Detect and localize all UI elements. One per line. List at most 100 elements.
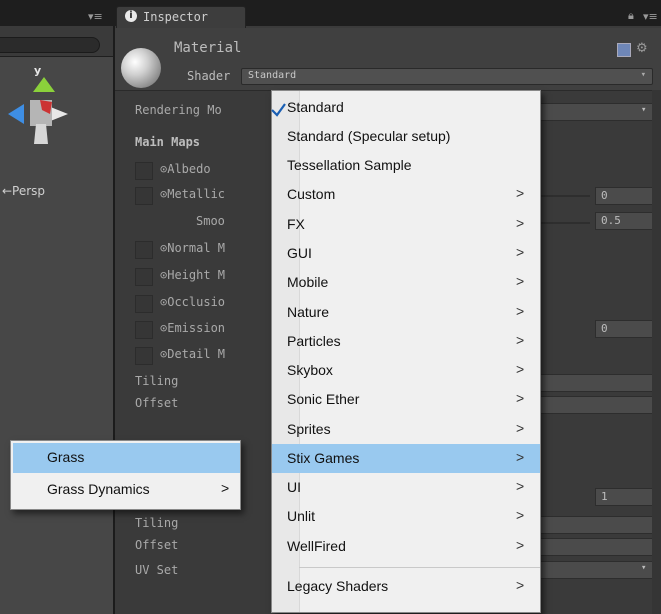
scene-menu-icon[interactable]: ▾≡ [88,10,103,23]
shader-label: Shader [187,69,231,83]
submenu-arrow-icon: > [221,480,230,496]
rendering-mode-dropdown[interactable]: ▾ [540,103,654,121]
shader-menu-item-label: UI [287,479,301,495]
metallic-value-field[interactable]: 0 [595,187,654,205]
submenu-arrow-icon: > [516,361,525,377]
shader-menu-item-label: Unlit [287,508,316,524]
menu-separator [299,567,540,568]
shader-menu-item-label: Sonic Ether [287,391,360,407]
gizmo-axis-label: y [34,64,41,77]
shader-menu-item[interactable]: FX > [272,210,540,239]
shader-menu-item[interactable]: UI > [272,473,540,502]
uv-set-dropdown[interactable]: ▾ [540,561,654,579]
occlusion-slot[interactable] [135,295,153,313]
gizmo-x-cone [8,104,24,124]
tab-inspector-label: Inspector [143,10,209,24]
perspective-label[interactable]: ←Persp [2,184,45,198]
scene-gizmo[interactable]: y [0,62,80,182]
shader-menu-item[interactable]: Nature > [272,298,540,327]
submenu-arrow-icon: > [516,420,525,436]
albedo-label: ⊙Albedo [160,162,211,176]
submenu-arrow-icon: > [516,537,525,553]
material-title: Material [174,40,242,56]
detail-mask-label: ⊙Detail M [160,347,226,361]
shader-menu-item[interactable]: Particles > [272,327,540,356]
submenu-arrow-icon: > [516,303,525,319]
normal-map-label: ⊙Normal M [160,241,226,255]
shader-menu-item[interactable]: Mobile > [272,268,540,297]
shader-menu-item[interactable]: Standard (Specular setup) [272,122,540,151]
rendering-mode-label: Rendering Mo [135,103,222,117]
shader-menu-item[interactable]: Skybox > [272,356,540,385]
albedo-texture-slot[interactable] [135,162,153,180]
shader-menu-item-label: Nature [287,304,330,320]
submenu-arrow-icon: > [516,244,525,260]
tab-inspector[interactable]: i Inspector [116,6,246,29]
submenu-arrow-icon: > [516,332,525,348]
scene-search-input[interactable] [0,37,100,53]
metallic-slider-track[interactable] [540,195,590,197]
shader-menu-item[interactable]: Custom > [272,180,540,209]
submenu-arrow-icon: > [516,577,525,593]
inspector-scrollbar[interactable] [652,90,661,614]
shader-menu-item-label: Standard (Specular setup) [287,128,451,144]
tiling-field-secondary[interactable] [540,516,654,534]
smoothness-label: Smoo [196,214,225,228]
shader-menu-item-label: Sprites [287,421,331,437]
emission-label: ⊙Emission [160,321,226,335]
submenu-arrow-icon: > [516,273,525,289]
smoothness-slider-track[interactable] [540,222,590,224]
material-preview-sphere [121,48,161,88]
shader-menu-item[interactable]: Tessellation Sample [272,151,540,180]
lock-icon[interactable]: 🔒︎ [628,9,634,23]
tiling-label-secondary: Tiling [135,516,179,530]
shader-menu-item-label: Particles [287,333,341,349]
emission-value-field[interactable]: 0 [595,320,654,338]
inspector-menu-icon[interactable]: ▾≡ [643,10,658,23]
metallic-label: ⊙Metallic [160,187,226,201]
shader-dropdown[interactable]: Standard ▾ [241,68,653,85]
height-map-slot[interactable] [135,268,153,286]
shader-menu-item[interactable]: Sonic Ether > [272,385,540,414]
shader-menu-item[interactable]: Legacy Shaders > [272,572,540,601]
offset-field-secondary[interactable] [540,538,654,556]
shader-menu-item[interactable]: Standard [271,93,540,122]
detail-normal-value-field[interactable]: 1 [595,488,654,506]
main-maps-heading: Main Maps [135,135,201,149]
submenu-arrow-icon: > [516,215,525,231]
shader-menu-item-label: Standard [287,99,344,115]
shader-menu-item[interactable]: Unlit > [272,502,540,531]
gizmo-down-cone [34,124,48,144]
metallic-texture-slot[interactable] [135,187,153,205]
shader-menu-item[interactable]: GUI > [272,239,540,268]
shader-menu: Standard Standard (Specular setup) Tessell… [271,90,541,613]
offset-field[interactable] [540,396,654,414]
detail-mask-slot[interactable] [135,347,153,365]
gear-icon[interactable]: ⚙ [636,41,648,56]
info-icon: i [125,10,137,22]
smoothness-value-field[interactable]: 0.5 [595,212,654,230]
shader-menu-item-label: Custom [287,186,336,202]
submenu-item-label: Grass [47,449,85,465]
offset-label-secondary: Offset [135,538,179,552]
shader-menu-item[interactable]: Stix Games > [272,444,540,473]
uv-set-label: UV Set [135,563,179,577]
shader-menu-item-label: Tessellation Sample [287,157,412,173]
submenu-item[interactable]: Grass Dynamics > [13,475,240,505]
normal-map-slot[interactable] [135,241,153,259]
height-map-label: ⊙Height M [160,268,226,282]
occlusion-label: ⊙Occlusio [160,295,226,309]
tiling-field[interactable] [540,374,654,392]
help-icon[interactable] [617,43,631,57]
shader-menu-item-label: Mobile [287,274,329,290]
offset-label: Offset [135,396,179,410]
shader-menu-item-label: FX [287,216,305,232]
emission-slot[interactable] [135,321,153,339]
submenu-arrow-icon: > [516,507,525,523]
shader-menu-item[interactable]: Sprites > [272,415,540,444]
shader-menu-item-label: Stix Games [287,450,360,466]
shader-menu-item[interactable]: WellFired > [272,532,540,561]
submenu-arrow-icon: > [516,449,525,465]
submenu-item[interactable]: Grass [13,443,240,473]
submenu-item-label: Grass Dynamics [47,481,150,497]
